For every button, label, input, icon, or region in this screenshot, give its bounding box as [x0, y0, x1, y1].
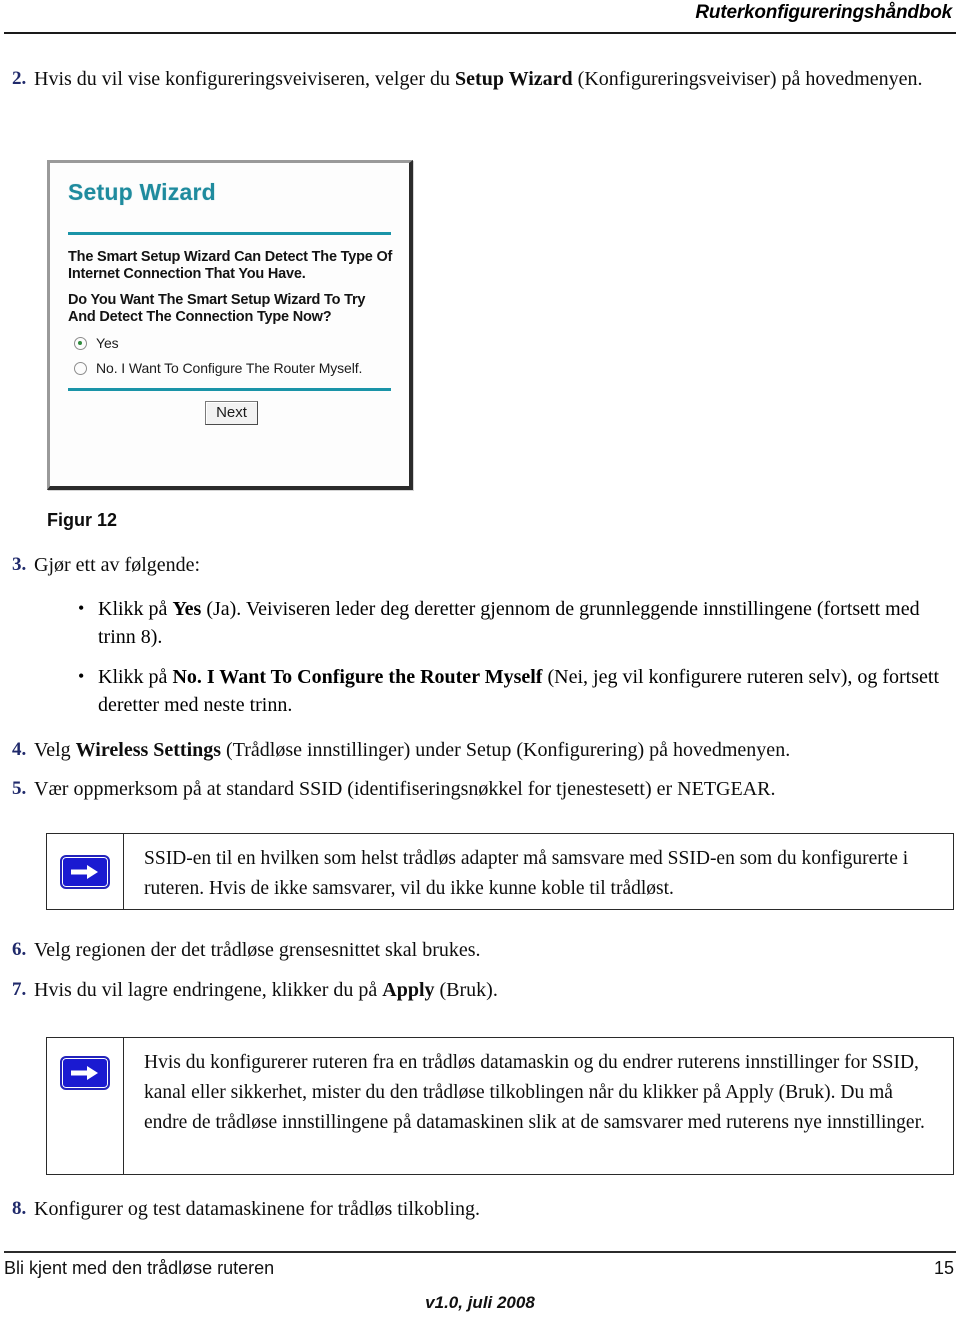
radio-button-icon-yes[interactable]: [74, 336, 87, 350]
note-icon-cell: [47, 1038, 124, 1174]
bullet-text-bold: Yes: [172, 598, 202, 620]
step-number: 5.: [12, 778, 27, 799]
setup-wizard-paragraph-1: The Smart Setup Wizard Can Detect The Ty…: [68, 249, 393, 282]
note-box: Hvis du konfigurerer ruteren fra en tråd…: [46, 1037, 954, 1175]
bullet-text: Klikk på Yes (Ja). Veiviseren leder deg …: [98, 595, 948, 651]
step-item-8: 8. Konfigurer og test datamaskinene for …: [4, 1196, 954, 1223]
step-item-7: 7. Hvis du vil lagre endringene, klikker…: [4, 977, 954, 1004]
bullet-text-before: Klikk på: [98, 666, 173, 688]
step-text-after: (Trådløse innstillinger) under Setup (Ko…: [221, 739, 791, 761]
setup-wizard-paragraph-2: Do You Want The Smart Setup Wizard To Tr…: [68, 292, 366, 325]
step-item-5: 5. Vær oppmerksom på at standard SSID (i…: [4, 776, 954, 803]
step-item-3: 3. Gjør ett av følgende:: [4, 552, 954, 579]
page-header: Ruterkonfigureringshåndbok: [0, 2, 960, 24]
step-item-2: 2. Hvis du vil vise konfigureringsveivis…: [4, 66, 954, 93]
setup-wizard-divider-bottom: [68, 388, 391, 391]
setup-wizard-divider-top: [68, 232, 391, 235]
step-3-bullet-list: • Klikk på Yes (Ja). Veiviseren leder de…: [72, 595, 954, 731]
bullet-marker: •: [78, 666, 85, 686]
footer-divider: [4, 1251, 956, 1253]
step-text-bold: Apply: [382, 979, 435, 1001]
step-number: 6.: [12, 939, 27, 960]
footer-chapter-label: Bli kjent med den trådløse ruteren: [4, 1258, 275, 1278]
setup-wizard-option-configure-myself-label: No. I Want To Configure The Router Mysel…: [96, 360, 363, 376]
note-icon-cell: [47, 834, 124, 909]
step-number: 2.: [12, 68, 27, 89]
blue-arrow-note-icon: [60, 1056, 110, 1090]
bullet-text: Klikk på No. I Want To Configure the Rou…: [98, 663, 948, 719]
step-number: 4.: [12, 739, 27, 760]
bullet-text-bold: No. I Want To Configure the Router Mysel…: [172, 666, 543, 688]
setup-wizard-dialog: Setup Wizard The Smart Setup Wizard Can …: [50, 163, 409, 486]
setup-wizard-button-row: Next: [68, 401, 395, 425]
step-text: Gjør ett av følgende:: [34, 554, 201, 576]
step-item-6: 6. Velg regionen der det trådløse grense…: [4, 937, 954, 964]
step-text-before: Velg: [34, 739, 76, 761]
note-text: SSID-en til en hvilken som helst trådløs…: [144, 848, 909, 899]
step-text: Velg Wireless Settings (Trådløse innstil…: [34, 737, 946, 764]
step-number: 7.: [12, 979, 27, 1000]
bullet-text-after: (Ja). Veiviseren leder deg deretter gjen…: [98, 598, 920, 648]
step-text: Hvis du vil vise konfigureringsveivisere…: [34, 66, 946, 93]
step-text-after: (Konfigureringsveiviser) på hovedmenyen.: [572, 68, 923, 90]
step-text-before: Hvis du vil lagre endringene, klikker du…: [34, 979, 383, 1001]
step-number: 3.: [12, 554, 27, 575]
figure-setup-wizard-screenshot: Setup Wizard The Smart Setup Wizard Can …: [47, 160, 413, 490]
setup-wizard-option-configure-myself[interactable]: No. I Want To Configure The Router Mysel…: [74, 360, 395, 376]
document-version: v1.0, juli 2008: [425, 1293, 535, 1312]
figure-caption: Figur 12: [47, 510, 118, 530]
page-header-title: Ruterkonfigureringshåndbok: [695, 2, 952, 23]
step-number: 8.: [12, 1198, 27, 1219]
note-text: Hvis du konfigurerer ruteren fra en tråd…: [144, 1052, 925, 1133]
list-item: • Klikk på No. I Want To Configure the R…: [72, 663, 954, 719]
setup-wizard-option-yes-label: Yes: [96, 335, 119, 351]
step-text-bold: Wireless Settings: [75, 739, 222, 761]
step-text-before: Hvis du vil vise konfigureringsveivisere…: [34, 68, 456, 90]
note-box: SSID-en til en hvilken som helst trådløs…: [46, 833, 954, 910]
setup-wizard-title: Setup Wizard: [68, 179, 216, 205]
step-text: Hvis du vil lagre endringene, klikker du…: [34, 977, 946, 1004]
blue-arrow-note-icon: [60, 854, 110, 889]
bullet-text-before: Klikk på: [98, 598, 173, 620]
header-divider: [4, 32, 956, 34]
step-text: Konfigurer og test datamaskinene for trå…: [34, 1198, 481, 1220]
radio-button-icon-configure-myself[interactable]: [74, 361, 87, 375]
step-text: Velg regionen der det trådløse grensesni…: [34, 939, 481, 961]
step-item-4: 4. Velg Wireless Settings (Trådløse inns…: [4, 737, 954, 764]
step-text: Vær oppmerksom på at standard SSID (iden…: [34, 778, 776, 800]
list-item: • Klikk på Yes (Ja). Veiviseren leder de…: [72, 595, 954, 651]
next-button[interactable]: Next: [205, 401, 258, 425]
step-text-bold: Setup Wizard: [455, 68, 573, 90]
step-text-after: (Bruk).: [434, 979, 498, 1001]
page-number: 15: [933, 1258, 954, 1278]
setup-wizard-option-yes[interactable]: Yes: [74, 335, 395, 351]
bullet-marker: •: [78, 598, 85, 618]
